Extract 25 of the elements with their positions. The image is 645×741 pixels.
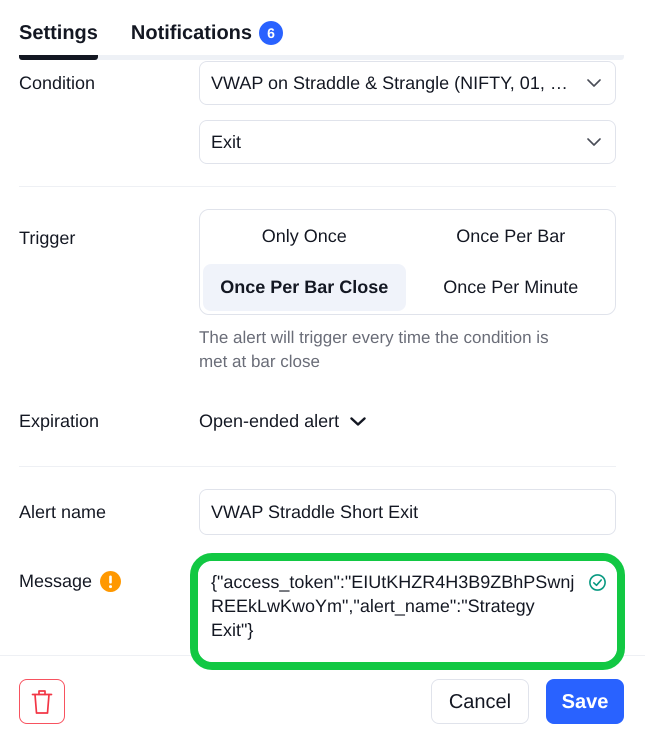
tab[interactable]: Settings: [19, 0, 98, 60]
chevron-icon: [350, 416, 366, 426]
tab[interactable]: Notifications 6: [130, 0, 284, 60]
delete-button[interactable]: [19, 679, 65, 724]
condition-dropdown[interactable]: Exit: [199, 120, 616, 164]
trigger-option[interactable]: Only Once: [203, 213, 406, 260]
field-label: Condition: [19, 72, 96, 94]
trigger-option[interactable]: Once Per Bar: [410, 213, 612, 260]
cancel-button[interactable]: Cancel: [431, 679, 529, 724]
trash-icon: [31, 688, 53, 714]
alert-name-field[interactable]: VWAP Straddle Short Exit: [199, 489, 616, 535]
trigger-option[interactable]: Once Per Minute: [410, 264, 612, 311]
field-label: Expiration: [19, 410, 100, 433]
field-label: Message: [19, 570, 92, 593]
count-badge: 6: [259, 21, 284, 45]
save-button[interactable]: Save: [546, 679, 624, 724]
hint-text: The alert will trigger every time the condition is met at bar close: [199, 327, 550, 373]
chevron-icon: [587, 138, 601, 146]
trigger-option[interactable]: Once Per Bar Close: [203, 264, 406, 311]
field-label: Alert name: [19, 500, 106, 524]
condition-dropdown[interactable]: VWAP on Straddle & Strangle (NIFTY, 01, …: [199, 61, 616, 105]
chevron-icon: [587, 79, 601, 87]
expiration-dropdown[interactable]: Open-ended alert: [199, 408, 366, 434]
message-field[interactable]: {"access_token":"EIUtKHZR4H3B9ZBhPSwnjREEkLwKwoYm","alert_name":"Strategy Exit"}: [198, 561, 617, 662]
field-label: Trigger: [19, 226, 76, 250]
